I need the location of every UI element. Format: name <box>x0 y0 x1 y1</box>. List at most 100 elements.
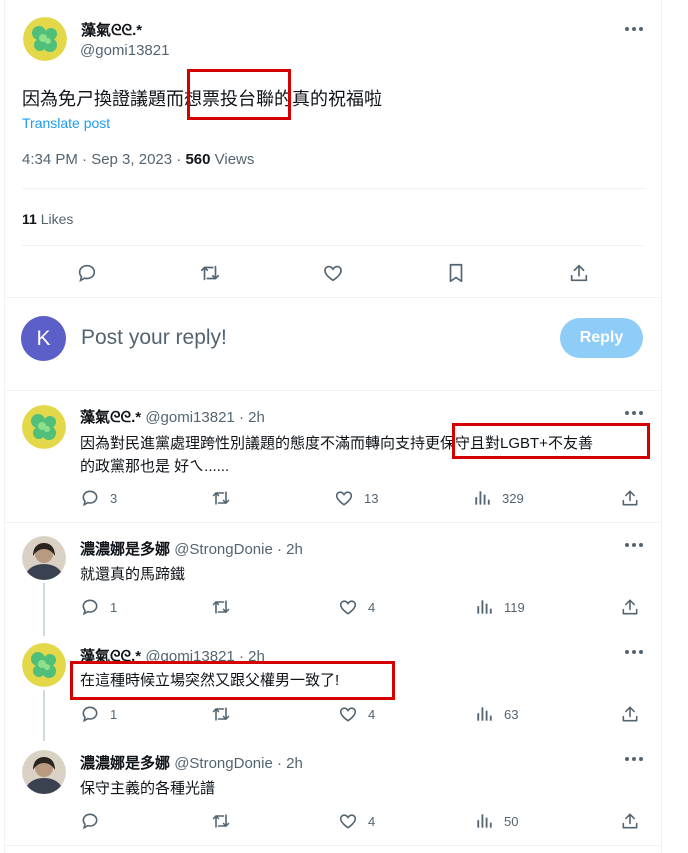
share-button[interactable] <box>620 704 640 724</box>
share-button[interactable] <box>620 811 640 831</box>
thread-connector <box>43 690 45 741</box>
reply-display-name[interactable]: 藻氣ᘓᘓ.* <box>80 409 141 426</box>
divider <box>22 245 644 246</box>
avatar-initial: K <box>36 326 51 350</box>
like-count: 13 <box>364 490 379 506</box>
like-count: 4 <box>368 599 376 615</box>
share-icon <box>622 490 638 506</box>
reply-time[interactable]: 2h <box>286 755 303 772</box>
reply-author-avatar[interactable] <box>22 536 66 580</box>
share-button[interactable] <box>620 597 640 617</box>
reply-time[interactable]: 2h <box>286 541 303 558</box>
views-count: 560 <box>185 151 211 168</box>
heart-icon <box>339 707 357 722</box>
retweet-button[interactable] <box>210 488 242 508</box>
like-count: 4 <box>368 813 376 829</box>
retweet-button[interactable] <box>210 597 242 617</box>
author-avatar[interactable] <box>23 17 67 61</box>
retweet-icon <box>212 600 230 614</box>
reply-handle[interactable]: @gomi13821 <box>145 409 234 426</box>
like-count: 4 <box>368 706 376 722</box>
like-button[interactable]: 4 <box>338 704 375 724</box>
reply-text: 就還真的馬蹄鐵 <box>80 566 186 583</box>
divider <box>4 390 662 391</box>
share-icon <box>622 706 638 722</box>
more-options-icon[interactable] <box>623 408 645 424</box>
heart-icon <box>335 491 353 506</box>
like-button[interactable]: 4 <box>338 811 375 831</box>
share-button[interactable] <box>620 488 640 508</box>
divider <box>4 297 662 298</box>
reply-button[interactable] <box>76 262 98 284</box>
share-button[interactable] <box>568 262 590 284</box>
divider <box>22 188 644 189</box>
author-display-name[interactable]: 藻氣ᘓᘓ.* <box>81 19 142 40</box>
reply-author-avatar[interactable] <box>22 750 66 794</box>
likes-stat[interactable]: 11 Likes <box>22 211 73 227</box>
reply-handle[interactable]: @StrongDonie <box>174 755 273 772</box>
more-options-icon[interactable] <box>623 647 645 663</box>
like-button[interactable]: 4 <box>338 597 375 617</box>
reply-button[interactable] <box>80 811 110 831</box>
highlight-box <box>187 69 291 120</box>
thread-connector <box>43 583 45 636</box>
bookmark-icon <box>449 263 463 283</box>
analytics-icon <box>477 814 492 828</box>
share-icon <box>622 813 638 829</box>
view-count: 50 <box>504 813 519 829</box>
share-icon <box>622 599 638 615</box>
more-options-icon[interactable] <box>623 540 645 556</box>
like-button[interactable] <box>322 262 344 284</box>
reply-header: 濃濃娜是多娜 @StrongDonie · 2h <box>80 538 303 559</box>
highlight-box <box>70 661 395 700</box>
reply-author-avatar[interactable] <box>22 405 66 449</box>
analytics-icon <box>475 491 490 505</box>
reply-count: 1 <box>110 599 118 615</box>
reply-button[interactable]: 3 <box>80 488 117 508</box>
retweet-icon <box>212 491 230 505</box>
like-button[interactable]: 13 <box>334 488 378 508</box>
timestamp[interactable]: 4:34 PM · Sep 3, 2023 · <box>22 151 185 168</box>
retweet-button[interactable] <box>210 811 242 831</box>
retweet-button[interactable] <box>198 262 222 284</box>
more-options-icon[interactable] <box>623 24 645 40</box>
views-button[interactable]: 119 <box>474 597 525 617</box>
reply-author-avatar[interactable] <box>22 643 66 687</box>
views-label: Views <box>210 151 255 168</box>
reply-input[interactable]: Post your reply! <box>81 326 227 350</box>
retweet-icon <box>212 707 230 721</box>
views-button[interactable]: 63 <box>474 704 518 724</box>
heart-icon <box>339 814 357 829</box>
reply-icon <box>82 490 98 507</box>
more-options-icon[interactable] <box>623 754 645 770</box>
reply-time[interactable]: 2h <box>248 409 265 426</box>
reply-display-name[interactable]: 濃濃娜是多娜 <box>80 755 170 772</box>
retweet-icon <box>200 265 220 281</box>
likes-label: Likes <box>36 211 74 227</box>
reply-icon <box>78 264 96 282</box>
reply-handle[interactable]: @StrongDonie <box>174 541 273 558</box>
reply-button[interactable]: 1 <box>80 704 117 724</box>
current-user-avatar[interactable]: K <box>21 316 66 361</box>
bookmark-button[interactable] <box>446 262 466 284</box>
reply-icon <box>82 599 98 616</box>
view-count: 119 <box>504 599 525 615</box>
separator-dot: · <box>276 541 282 558</box>
highlight-box <box>452 423 650 459</box>
views-button[interactable]: 50 <box>474 811 518 831</box>
view-count: 329 <box>502 490 524 506</box>
share-icon <box>570 264 588 282</box>
reply-display-name[interactable]: 濃濃娜是多娜 <box>80 541 170 558</box>
reply-header: 濃濃娜是多娜 @StrongDonie · 2h <box>80 752 303 773</box>
reply-text: 保守主義的各種光譜 <box>80 780 216 797</box>
retweet-button[interactable] <box>210 704 242 724</box>
reply-button[interactable]: 1 <box>80 597 117 617</box>
divider <box>4 522 662 523</box>
views-button[interactable]: 329 <box>472 488 524 508</box>
translate-post-link[interactable]: Translate post <box>22 115 110 131</box>
author-handle[interactable]: @gomi13821 <box>80 42 169 59</box>
reply-icon <box>82 706 98 723</box>
reply-icon <box>82 813 98 830</box>
analytics-icon <box>477 707 492 721</box>
reply-submit-button[interactable]: Reply <box>560 318 643 358</box>
